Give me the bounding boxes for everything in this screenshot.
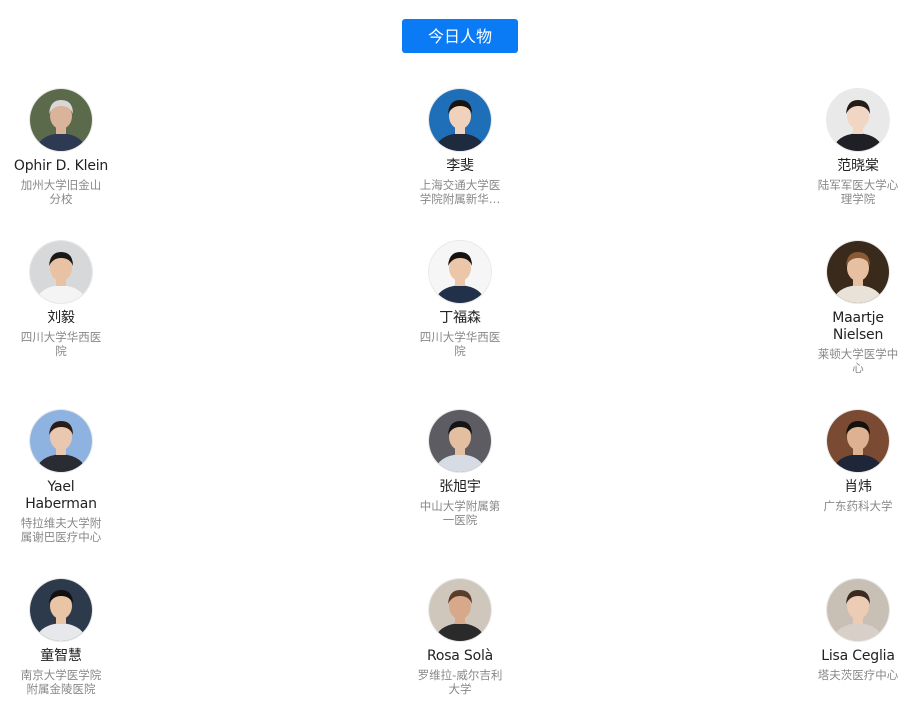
person-name[interactable]: Maartje Nielsen: [810, 310, 906, 344]
avatar[interactable]: [827, 410, 889, 472]
person-name[interactable]: 丁福森: [439, 310, 481, 327]
person-card[interactable]: 童智慧南京大学医学院附属金陵医院: [11, 579, 111, 696]
person-affiliation: 广东药科大学: [823, 499, 893, 513]
avatar[interactable]: [30, 410, 92, 472]
avatar[interactable]: [30, 89, 92, 151]
person-name[interactable]: Rosa Solà: [427, 648, 493, 665]
person-card[interactable]: 刘毅四川大学华西医院: [11, 241, 111, 358]
person-name[interactable]: 范晓棠: [837, 158, 879, 175]
person-affiliation: 罗维拉-威尔吉利大学: [417, 668, 503, 696]
person-name[interactable]: 童智慧: [40, 648, 82, 665]
avatar[interactable]: [827, 579, 889, 641]
person-name[interactable]: 刘毅: [47, 310, 75, 327]
avatar[interactable]: [429, 410, 491, 472]
person-affiliation: 莱顿大学医学中心: [817, 347, 899, 375]
person-name[interactable]: Ophir D. Klein: [14, 158, 108, 175]
person-affiliation: 陆军军医大学心理学院: [817, 178, 899, 206]
person-card[interactable]: 张旭宇中山大学附属第一医院: [410, 410, 510, 527]
person-affiliation: 南京大学医学院附属金陵医院: [20, 668, 102, 696]
avatar[interactable]: [429, 579, 491, 641]
todays-people-button[interactable]: 今日人物: [402, 19, 518, 53]
person-card[interactable]: 肖炜 广东药科大学: [808, 410, 908, 513]
person-name[interactable]: 肖炜: [844, 479, 872, 496]
person-name[interactable]: Lisa Ceglia: [821, 648, 895, 665]
person-affiliation: 塔夫茨医疗中心: [817, 668, 899, 682]
avatar[interactable]: [827, 241, 889, 303]
avatar[interactable]: [827, 89, 889, 151]
person-affiliation: 中山大学附属第一医院: [419, 499, 501, 527]
person-card[interactable]: 丁福森四川大学华西医院: [410, 241, 510, 358]
person-name[interactable]: 张旭宇: [439, 479, 481, 496]
person-card[interactable]: Yael Haberman 特拉维夫大学附属谢巴医疗中心: [11, 410, 111, 544]
person-affiliation: 四川大学华西医院: [20, 330, 102, 358]
person-card[interactable]: 李斐上海交通大学医学院附属新华医院: [410, 89, 510, 206]
person-affiliation: 上海交通大学医学院附属新华医院: [419, 178, 501, 206]
person-affiliation: 四川大学华西医院: [419, 330, 501, 358]
avatar[interactable]: [30, 579, 92, 641]
person-card[interactable]: 范晓棠陆军军医大学心理学院: [808, 89, 908, 206]
person-name[interactable]: 李斐: [446, 158, 474, 175]
person-affiliation: 特拉维夫大学附属谢巴医疗中心: [20, 516, 102, 544]
person-card[interactable]: Rosa Solà 罗维拉-威尔吉利大学: [410, 579, 510, 696]
person-card[interactable]: Maartje Nielsen 莱顿大学医学中心: [808, 241, 908, 375]
avatar[interactable]: [429, 241, 491, 303]
avatar[interactable]: [429, 89, 491, 151]
avatar[interactable]: [30, 241, 92, 303]
person-affiliation: 加州大学旧金山分校: [20, 178, 102, 206]
person-card[interactable]: Ophir D. Klein 加州大学旧金山分校: [11, 89, 111, 206]
person-card[interactable]: Lisa Ceglia 塔夫茨医疗中心: [808, 579, 908, 682]
person-name[interactable]: Yael Haberman: [13, 479, 109, 513]
